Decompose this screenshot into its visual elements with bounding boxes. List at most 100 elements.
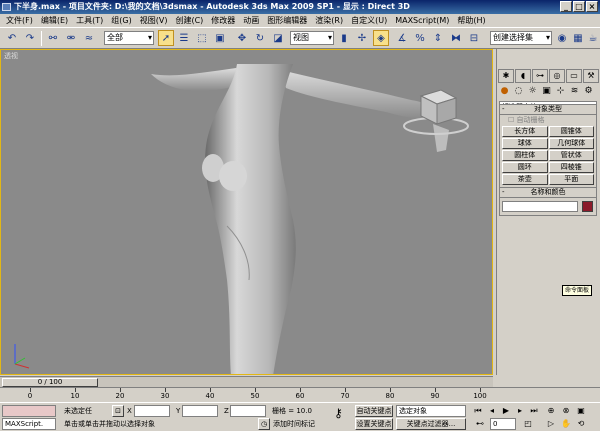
orbit-icon[interactable]: ⟲ <box>575 418 587 430</box>
maxscript-label[interactable]: MAXScript. <box>2 418 56 430</box>
manipulate-icon[interactable]: ✢ <box>354 30 370 46</box>
undo-icon[interactable]: ↶ <box>4 30 20 46</box>
spinner-snap-icon[interactable]: ⇕ <box>430 30 446 46</box>
menu-graph-editors[interactable]: 图形编辑器 <box>263 14 311 27</box>
sphere-button[interactable]: 球体 <box>502 138 548 149</box>
previous-frame-icon[interactable]: ◂ <box>486 405 498 417</box>
redo-icon[interactable]: ↷ <box>22 30 38 46</box>
percent-snap-icon[interactable]: % <box>412 30 428 46</box>
time-config-icon[interactable]: ◰ <box>522 418 534 430</box>
menu-create[interactable]: 创建(C) <box>171 14 207 27</box>
track-bar[interactable]: 0 10 20 30 40 50 60 70 80 90 100 <box>0 387 600 402</box>
next-frame-icon[interactable]: ▸ <box>514 405 526 417</box>
menu-maxscript[interactable]: MAXScript(M) <box>391 14 453 27</box>
select-by-name-icon[interactable]: ☰ <box>176 30 192 46</box>
key-selection-dropdown[interactable]: 选定对象 <box>396 405 466 417</box>
close-button[interactable]: × <box>586 1 598 12</box>
select-object-icon[interactable]: ➚ <box>158 30 174 46</box>
menu-views[interactable]: 视图(V) <box>136 14 172 27</box>
menu-edit[interactable]: 编辑(E) <box>37 14 72 27</box>
play-icon[interactable]: ▶ <box>500 405 512 417</box>
time-slider-thumb[interactable]: 0 / 100 <box>2 378 98 387</box>
reference-coord-dropdown[interactable]: 视图 <box>290 31 334 45</box>
object-type-rollout-header[interactable]: - 对象类型 <box>500 105 596 115</box>
plane-button[interactable]: 平面 <box>548 174 594 185</box>
tube-button[interactable]: 管状体 <box>548 150 594 161</box>
key-mode-icon[interactable]: ⊷ <box>474 418 486 430</box>
align-icon[interactable]: ⊟ <box>466 30 482 46</box>
maximize-button[interactable]: □ <box>573 1 585 12</box>
perspective-viewport[interactable]: 透视 <box>0 49 493 375</box>
menu-tools[interactable]: 工具(T) <box>72 14 107 27</box>
modify-tab-icon[interactable]: ◖ <box>515 69 531 83</box>
menu-customize[interactable]: 自定义(U) <box>347 14 391 27</box>
menu-modifiers[interactable]: 修改器 <box>207 14 239 27</box>
go-to-end-icon[interactable]: ⏭ <box>528 405 540 417</box>
key-filters-button[interactable]: 关键点过滤器... <box>396 418 466 430</box>
bind-spacewarp-icon[interactable]: ≈ <box>81 30 97 46</box>
object-name-field[interactable] <box>502 201 578 212</box>
utilities-tab-icon[interactable]: ⚒ <box>583 69 599 83</box>
mirror-icon[interactable]: ⧓ <box>448 30 464 46</box>
quick-render-icon[interactable]: ☕ <box>585 30 600 46</box>
object-color-swatch[interactable] <box>582 201 593 212</box>
scale-icon[interactable]: ◪ <box>270 30 286 46</box>
minimize-button[interactable]: _ <box>560 1 572 12</box>
set-key-button[interactable]: 设置关键点 <box>355 418 393 430</box>
box-button[interactable]: 长方体 <box>502 126 548 137</box>
menu-rendering[interactable]: 渲染(R) <box>311 14 347 27</box>
name-color-rollout-header[interactable]: - 名称和颜色 <box>500 188 596 198</box>
auto-key-button[interactable]: 自动关键点 <box>355 405 393 417</box>
menu-help[interactable]: 帮助(H) <box>453 14 489 27</box>
window-crossing-icon[interactable]: ▣ <box>212 30 228 46</box>
render-setup-icon[interactable]: ▦ <box>570 30 586 46</box>
x-coordinate-field[interactable] <box>134 405 170 417</box>
time-tag-icon[interactable]: ◷ <box>258 418 270 430</box>
selection-filter-dropdown[interactable]: 全部 <box>104 31 154 45</box>
motion-tab-icon[interactable]: ◎ <box>549 69 565 83</box>
field-of-view-icon[interactable]: ▷ <box>545 418 557 430</box>
torus-button[interactable]: 圆环 <box>502 162 548 173</box>
material-editor-icon[interactable]: ◉ <box>554 30 570 46</box>
key-icon[interactable]: ⚷ <box>334 407 343 419</box>
z-coordinate-field[interactable] <box>230 405 266 417</box>
time-slider[interactable]: 0 / 100 <box>0 376 493 387</box>
lock-selection-icon[interactable]: ⊡ <box>112 405 124 417</box>
female-body-model[interactable] <box>151 64 449 375</box>
helpers-icon[interactable]: ⊹ <box>554 85 567 98</box>
go-to-start-icon[interactable]: ⏮ <box>472 405 484 417</box>
zoom-extents-icon[interactable]: ▣ <box>575 405 587 417</box>
cameras-icon[interactable]: ▣ <box>540 85 553 98</box>
cylinder-button[interactable]: 圆柱体 <box>502 150 548 161</box>
angle-snap-icon[interactable]: ∡ <box>394 30 410 46</box>
spacewarps-icon[interactable]: ≋ <box>568 85 581 98</box>
systems-icon[interactable]: ⚙ <box>582 85 595 98</box>
pyramid-button[interactable]: 四棱锥 <box>548 162 594 173</box>
zoom-icon[interactable]: ⊕ <box>545 405 557 417</box>
zoom-all-icon[interactable]: ⊗ <box>560 405 572 417</box>
hierarchy-tab-icon[interactable]: ⊶ <box>532 69 548 83</box>
create-tab-icon[interactable]: ✱ <box>498 69 514 83</box>
select-region-icon[interactable]: ⬚ <box>194 30 210 46</box>
menu-animation[interactable]: 动画 <box>239 14 263 27</box>
cone-button[interactable]: 圆锥体 <box>548 126 594 137</box>
pan-icon[interactable]: ✋ <box>560 418 572 430</box>
lights-icon[interactable]: ☼ <box>526 85 539 98</box>
y-coordinate-field[interactable] <box>182 405 218 417</box>
maxscript-listener-mini[interactable] <box>2 405 56 417</box>
add-time-tag[interactable]: 添加时间标记 <box>273 418 315 430</box>
rotate-icon[interactable]: ↻ <box>252 30 268 46</box>
pivot-icon[interactable]: ▮ <box>336 30 352 46</box>
menu-file[interactable]: 文件(F) <box>2 14 37 27</box>
named-selection-dropdown[interactable]: 创建选择集 <box>490 31 552 45</box>
teapot-button[interactable]: 茶壶 <box>502 174 548 185</box>
snap-icon[interactable]: ◈ <box>373 30 389 46</box>
select-link-icon[interactable]: ⚯ <box>45 30 61 46</box>
move-icon[interactable]: ✥ <box>234 30 250 46</box>
display-tab-icon[interactable]: ▭ <box>566 69 582 83</box>
geosphere-button[interactable]: 几何球体 <box>548 138 594 149</box>
autogrid-checkbox[interactable]: ☐ 自动栅格 <box>500 115 596 125</box>
geometry-icon[interactable]: ● <box>498 85 511 98</box>
menu-group[interactable]: 组(G) <box>107 14 135 27</box>
unlink-icon[interactable]: ⚮ <box>63 30 79 46</box>
